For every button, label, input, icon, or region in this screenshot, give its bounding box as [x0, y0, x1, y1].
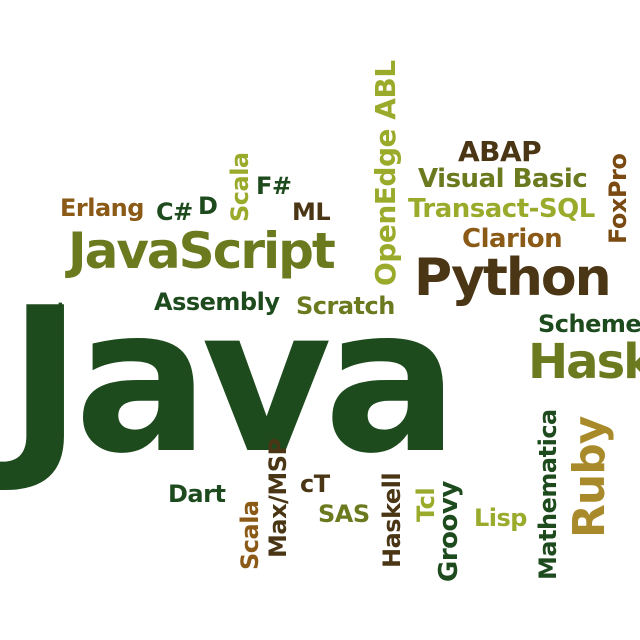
word-abap: ABAP [458, 135, 542, 168]
word-javascript: JavaScript [68, 222, 336, 280]
word-ct: cT [300, 470, 330, 498]
word-scala-bottom: Scala [236, 500, 264, 570]
word-python: Python [414, 248, 612, 308]
word-haskell-large: Hask [528, 334, 640, 390]
word-cobol: COBOL [40, 302, 68, 392]
word-fsharp: F# [256, 172, 292, 200]
word-sas: SAS [318, 500, 370, 528]
word-foxpro: FoxPro [604, 153, 632, 244]
word-groovy: Groovy [434, 481, 464, 582]
word-cloud: Java JavaScript Python Hask Scheme Assem… [0, 0, 640, 640]
word-openedge-abl: OpenEdge ABL [369, 60, 402, 286]
word-scala-top: Scala [226, 152, 254, 222]
word-scratch: Scratch [296, 292, 395, 320]
word-mathematica: Mathematica [534, 409, 562, 580]
word-d: D [198, 192, 218, 220]
word-transact-sql: Transact-SQL [408, 194, 595, 224]
word-dart: Dart [168, 480, 226, 508]
word-lisp: Lisp [474, 504, 527, 532]
word-scheme: Scheme [538, 310, 640, 338]
word-max-msp: Max/MSP [264, 438, 292, 558]
word-erlang: Erlang [60, 194, 144, 222]
word-csharp: C# [156, 198, 193, 226]
word-visual-basic: Visual Basic [418, 164, 588, 194]
word-ml: ML [292, 198, 331, 226]
word-ruby: Ruby [564, 416, 615, 538]
word-haskell-small: Haskell [378, 472, 406, 568]
word-clarion: Clarion [462, 224, 563, 254]
word-assembly: Assembly [154, 288, 280, 316]
